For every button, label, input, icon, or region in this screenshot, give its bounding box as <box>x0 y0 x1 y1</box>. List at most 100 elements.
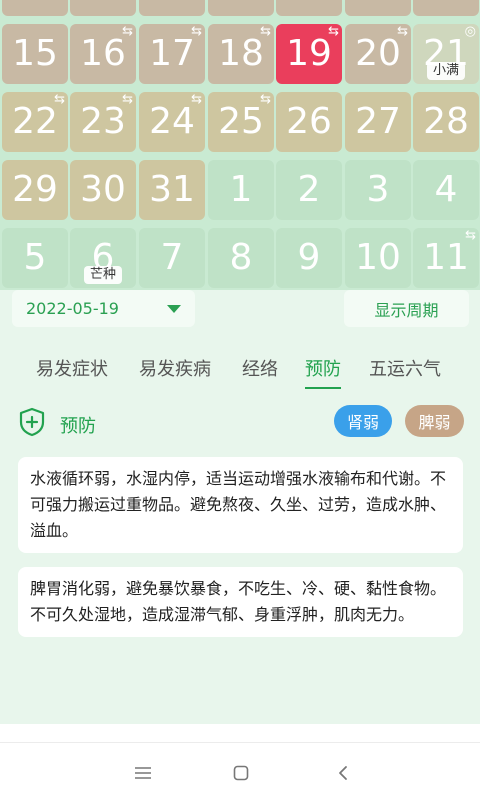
calendar-day[interactable]: 1 <box>208 160 274 220</box>
day-number: 3 <box>366 169 390 210</box>
calendar-day[interactable]: 16 ⇆ <box>70 24 136 84</box>
calendar-day[interactable]: 8 <box>208 228 274 288</box>
badge-spleen-weak[interactable]: 脾弱 <box>405 405 464 437</box>
tab-symptoms[interactable]: 易发症状 <box>36 355 108 381</box>
calendar-day[interactable]: 7 <box>139 228 205 288</box>
day-number: 9 <box>297 237 321 278</box>
calendar-day[interactable]: 3 <box>345 160 411 220</box>
advice-card: 脾胃消化弱，避免暴饮暴食，不吃生、冷、硬、黏性食物。不可久处湿地，造成湿滞气郁、… <box>18 567 463 637</box>
calendar-day[interactable]: 9⇆ <box>70 0 136 16</box>
calendar-day[interactable]: 20 ⇆ <box>345 24 411 84</box>
swap-arrows-icon: ⇆ <box>122 24 133 39</box>
calendar-day[interactable]: 11⇆ <box>208 0 274 16</box>
swap-arrows-icon: ⇆ <box>328 24 339 39</box>
date-selector[interactable]: 2022-05-19 <box>12 290 195 327</box>
day-number: 13 <box>355 0 401 4</box>
calendar-day[interactable]: 2 <box>276 160 342 220</box>
day-number: 26 <box>286 101 332 142</box>
advice-text: 水液循环弱，水湿内停，适当运动增强水液输布和代谢。不可强力搬运过重物品。避免熬夜… <box>30 469 447 540</box>
calendar-day[interactable]: 26 <box>276 92 342 152</box>
calendar-day[interactable]: 28 <box>413 92 479 152</box>
calendar-grid: 8⇆9⇆10⇆11⇆12⇆13⇆14⇆1516⇆17⇆18⇆19⇆20⇆21◎小… <box>0 0 480 290</box>
day-number: 1 <box>229 169 253 210</box>
calendar-day[interactable]: 15 <box>2 24 68 84</box>
tab-label: 预防 <box>305 359 341 380</box>
date-value: 2022-05-19 <box>26 299 119 318</box>
calendar-day[interactable]: 24 ⇆ <box>139 92 205 152</box>
tab-five-movements[interactable]: 五运六气 <box>369 355 441 381</box>
back-icon[interactable] <box>331 761 355 785</box>
advice-text: 脾胃消化弱，避免暴饮暴食，不吃生、冷、硬、黏性食物。不可久处湿地，造成湿滞气郁、… <box>30 579 447 624</box>
day-number: 8 <box>229 237 253 278</box>
tab-label: 五运六气 <box>369 359 441 380</box>
day-number: 22 <box>12 101 58 142</box>
tab-meridians[interactable]: 经络 <box>242 355 278 381</box>
calendar-day[interactable]: 25 ⇆ <box>208 92 274 152</box>
swap-arrows-icon: ⇆ <box>397 24 408 39</box>
calendar-day[interactable]: 30 <box>70 160 136 220</box>
day-number: 11 <box>423 237 469 278</box>
day-number: 14 <box>423 0 469 4</box>
swap-arrows-icon: ⇆ <box>54 92 65 107</box>
swap-arrows-icon: ⇆ <box>191 24 202 39</box>
day-number: 28 <box>423 101 469 142</box>
day-number: 9 <box>92 0 115 4</box>
calendar-day[interactable]: 12⇆ <box>276 0 342 16</box>
day-number: 10 <box>355 237 401 278</box>
solar-term-tag: 芒种 <box>83 265 123 284</box>
calendar-day[interactable]: 22 ⇆ <box>2 92 68 152</box>
calendar-day[interactable]: 17 ⇆ <box>139 24 205 84</box>
day-number: 31 <box>149 169 195 210</box>
calendar-day[interactable]: 13⇆ <box>345 0 411 16</box>
calendar-day[interactable]: 5 <box>2 228 68 288</box>
tab-diseases[interactable]: 易发疾病 <box>139 355 211 381</box>
day-number: 17 <box>149 33 195 74</box>
tab-prevention[interactable]: 预防 <box>305 355 341 389</box>
calendar-day[interactable]: 29 <box>2 160 68 220</box>
calendar-day[interactable]: 4 <box>413 160 479 220</box>
home-icon[interactable] <box>229 761 253 785</box>
day-number: 19 <box>286 33 332 74</box>
swap-arrows-icon: ⇆ <box>122 92 133 107</box>
section-header: 预防 肾弱 脾弱 <box>18 404 468 444</box>
calendar-day[interactable]: 23 ⇆ <box>70 92 136 152</box>
calendar-day[interactable]: 10⇆ <box>139 0 205 16</box>
day-number: 5 <box>23 237 47 278</box>
calendar-day[interactable]: 18 ⇆ <box>208 24 274 84</box>
day-number: 7 <box>160 237 184 278</box>
day-number: 15 <box>12 33 58 74</box>
calendar-day[interactable]: 14⇆ <box>413 0 479 16</box>
swap-arrows-icon: ⇆ <box>260 92 271 107</box>
calendar-day[interactable]: 10 <box>345 228 411 288</box>
day-number: 18 <box>218 33 264 74</box>
calendar-day[interactable]: 27 <box>345 92 411 152</box>
menu-icon[interactable] <box>131 761 155 785</box>
section-title: 预防 <box>60 416 96 437</box>
day-number: 20 <box>355 33 401 74</box>
shield-plus-icon <box>19 407 45 437</box>
calendar-day[interactable]: 8⇆ <box>2 0 68 16</box>
calendar-day[interactable]: 11⇆ <box>413 228 479 288</box>
system-nav-bar <box>0 742 480 801</box>
target-icon: ◎ <box>464 24 476 39</box>
calendar-day[interactable]: 31 <box>139 160 205 220</box>
day-number: 29 <box>12 169 58 210</box>
calendar-day[interactable]: 19 ⇆ <box>276 24 342 84</box>
day-number: 16 <box>80 33 126 74</box>
day-number: 11 <box>218 0 264 4</box>
calendar-day[interactable]: 9 <box>276 228 342 288</box>
badge-kidney-weak[interactable]: 肾弱 <box>334 405 392 437</box>
day-number: 23 <box>80 101 126 142</box>
swap-arrows-icon: ⇆ <box>465 228 476 243</box>
advice-card: 水液循环弱，水湿内停，适当运动增强水液输布和代谢。不可强力搬运过重物品。避免熬夜… <box>18 457 463 553</box>
tab-label: 经络 <box>242 359 278 380</box>
day-number: 30 <box>80 169 126 210</box>
day-number: 24 <box>149 101 195 142</box>
day-number: 2 <box>297 169 321 210</box>
show-period-button[interactable]: 显示周期 <box>344 290 469 327</box>
day-number: 10 <box>149 0 195 4</box>
calendar-day[interactable]: 21 ◎ 小满 <box>413 24 479 84</box>
solar-term-tag: 小满 <box>426 61 466 80</box>
calendar-day[interactable]: 6 芒种 <box>70 228 136 288</box>
content-bottom <box>0 724 480 742</box>
